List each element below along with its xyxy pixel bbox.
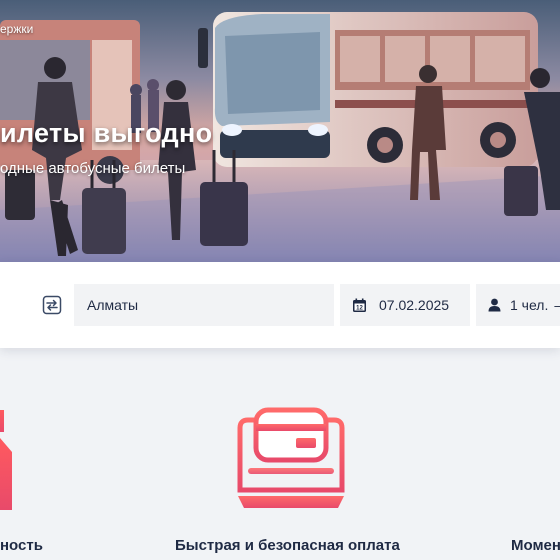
passengers-chevron-icon: – [554,297,560,313]
feature-title-safety: ность [0,537,43,554]
destination-field[interactable]: Алматы [74,284,334,326]
support-link[interactable]: ержки [0,22,33,36]
date-field[interactable]: 12 07.02.2025 [340,284,470,326]
shield-icon [0,410,12,510]
hero-title: илеты выгодно [0,118,213,148]
swap-direction-icon[interactable] [42,295,62,315]
hero-subtitle: одные автобусные билеты [0,160,186,177]
search-bar: Алматы 12 07.02.2025 1 чел. – [0,262,560,348]
feature-title-instant: Момен [511,537,560,554]
passengers-field[interactable]: 1 чел. – [476,284,560,326]
hero-banner: ержки илеты выгодно одные автобусные бил… [0,0,560,262]
calendar-day: 12 [356,305,363,311]
date-value: 07.02.2025 [379,297,450,313]
passengers-value: 1 чел. [510,297,549,313]
user-icon [488,298,501,312]
from-field[interactable] [0,284,70,326]
feature-title-payment: Быстрая и безопасная оплата [175,537,400,554]
calendar-icon: 12 [352,298,367,313]
payment-terminal-icon [237,407,345,508]
destination-value: Алматы [87,297,139,313]
